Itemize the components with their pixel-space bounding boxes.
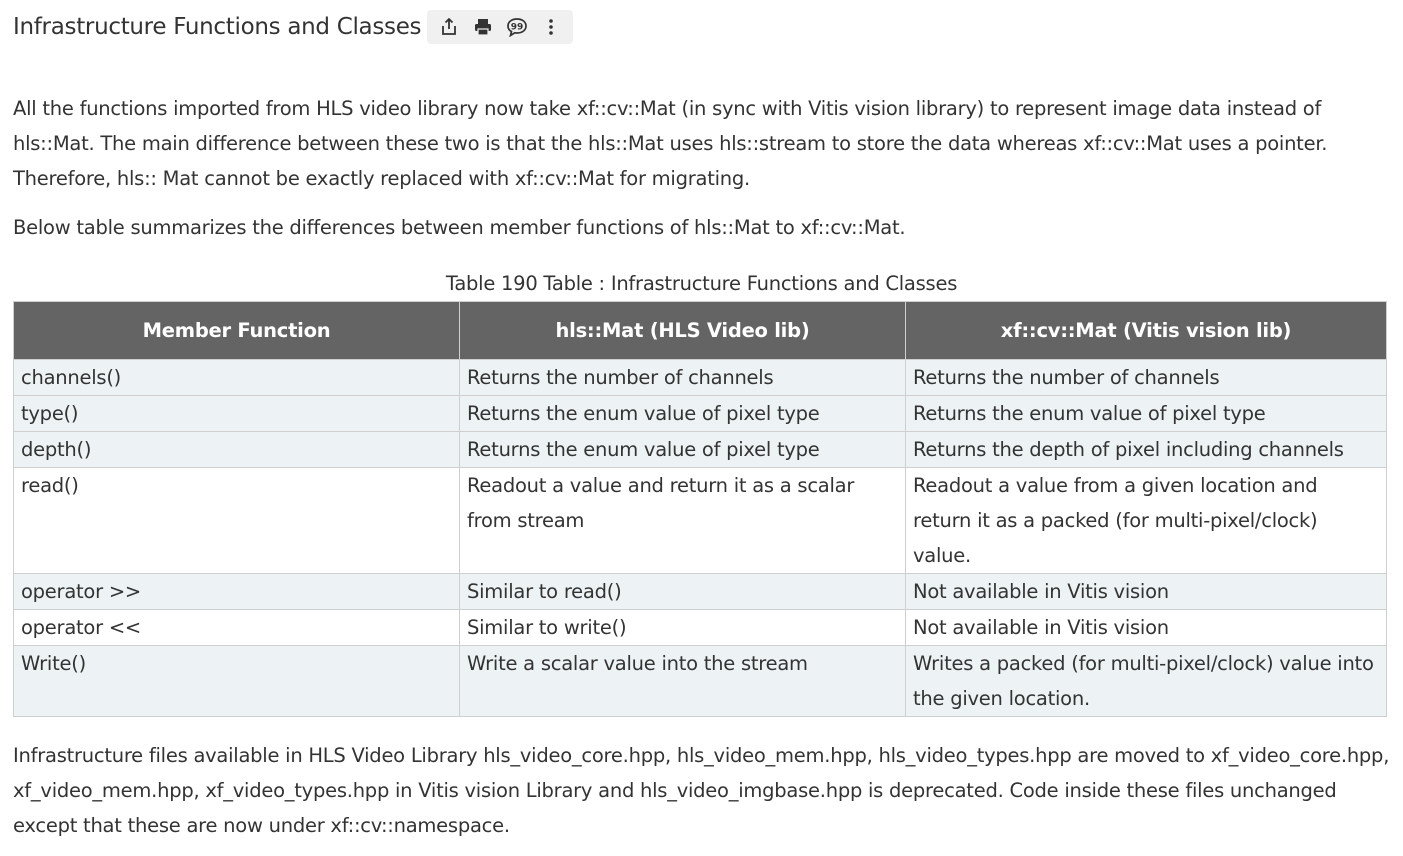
table-cell: Returns the enum value of pixel type bbox=[459, 395, 906, 432]
column-header: hls::Mat (HLS Video lib) bbox=[459, 301, 906, 360]
intro-paragraph: All the functions imported from HLS vide… bbox=[13, 97, 1328, 190]
table-caption: Table 190 Table : Infrastructure Functio… bbox=[445, 272, 958, 295]
share-icon bbox=[442, 18, 457, 35]
table-cell: Readout a value from a given location an… bbox=[905, 467, 1387, 574]
table-cell: Similar to read() bbox=[459, 573, 906, 610]
table-cell: channels() bbox=[13, 359, 460, 396]
table-cell: read() bbox=[13, 467, 460, 574]
feedback-icon: 99 bbox=[507, 18, 528, 37]
page: Infrastructure Functions and Classes 99 bbox=[0, 0, 1403, 843]
more-options-icon bbox=[549, 19, 554, 35]
feedback-button[interactable]: 99 bbox=[501, 12, 533, 42]
table-cell: Write a scalar value into the stream bbox=[459, 645, 906, 717]
member-function-table: Member Function hls::Mat (HLS Video lib)… bbox=[13, 301, 1387, 717]
share-button[interactable] bbox=[433, 12, 465, 42]
table-row: read() Readout a value and return it as … bbox=[13, 467, 1387, 574]
page-toolbar: 99 bbox=[427, 10, 574, 44]
table-cell: operator << bbox=[13, 609, 460, 646]
table-row: channels() Returns the number of channel… bbox=[13, 359, 1387, 396]
table-cell: Readout a value and return it as a scala… bbox=[459, 467, 906, 574]
table-cell: depth() bbox=[13, 431, 460, 468]
table-cell: Returns the number of channels bbox=[905, 359, 1387, 396]
column-header: xf::cv::Mat (Vitis vision lib) bbox=[905, 301, 1387, 360]
table-cell: Writes a packed (for multi-pixel/clock) … bbox=[905, 645, 1387, 717]
table-row: Write() Write a scalar value into the st… bbox=[13, 645, 1387, 717]
table-cell: Similar to write() bbox=[459, 609, 906, 646]
table-row: type() Returns the enum value of pixel t… bbox=[13, 395, 1387, 432]
svg-text:99: 99 bbox=[511, 23, 524, 33]
table-cell: type() bbox=[13, 395, 460, 432]
table-cell: Write() bbox=[13, 645, 460, 717]
print-icon bbox=[475, 19, 492, 36]
table-cell: Not available in Vitis vision bbox=[905, 573, 1387, 610]
table-cell: Not available in Vitis vision bbox=[905, 609, 1387, 646]
summary-paragraph: Below table summarizes the differences b… bbox=[13, 216, 906, 239]
more-options-button[interactable] bbox=[535, 12, 567, 42]
table-header-row: Member Function hls::Mat (HLS Video lib)… bbox=[13, 301, 1387, 360]
column-header: Member Function bbox=[13, 301, 460, 360]
table-row: operator << Similar to write() Not avail… bbox=[13, 609, 1387, 646]
page-title: Infrastructure Functions and Classes bbox=[13, 14, 422, 40]
table-row: depth() Returns the enum value of pixel … bbox=[13, 431, 1387, 468]
table-cell: Returns the enum value of pixel type bbox=[459, 431, 906, 468]
table-cell: Returns the number of channels bbox=[459, 359, 906, 396]
table-cell: Returns the enum value of pixel type bbox=[905, 395, 1387, 432]
table-cell: operator >> bbox=[13, 573, 460, 610]
footer-paragraph: Infrastructure files available in HLS Vi… bbox=[13, 744, 1390, 837]
table-row: operator >> Similar to read() Not availa… bbox=[13, 573, 1387, 610]
print-button[interactable] bbox=[467, 12, 499, 42]
table-cell: Returns the depth of pixel including cha… bbox=[905, 431, 1387, 468]
title-row: Infrastructure Functions and Classes 99 bbox=[13, 0, 1390, 54]
